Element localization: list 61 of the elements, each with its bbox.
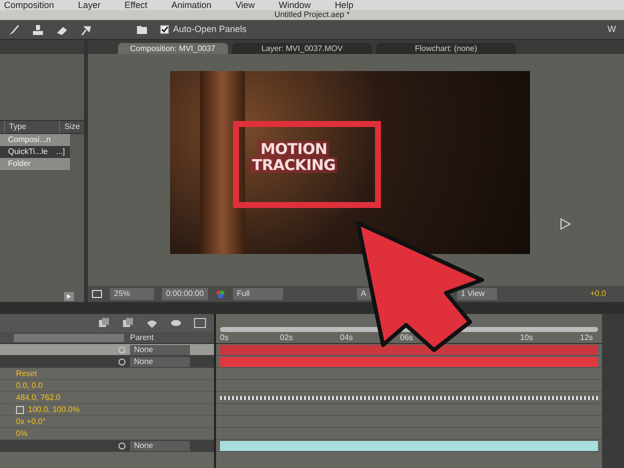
time-label: 04s — [340, 332, 353, 344]
parent-header: Parent — [130, 332, 154, 344]
folder-icon[interactable] — [136, 24, 148, 35]
layer-row[interactable]: None — [0, 440, 214, 452]
column-header[interactable]: Type — [4, 121, 60, 133]
project-row[interactable]: Folder — [0, 158, 70, 170]
graph-icon[interactable] — [194, 318, 206, 328]
column-header[interactable]: Size — [60, 121, 84, 133]
brush-icon[interactable] — [8, 24, 20, 36]
layer-bar[interactable] — [220, 440, 598, 450]
layer-row[interactable]: None — [0, 344, 214, 356]
window-title: Untitled Project.aep * — [0, 10, 624, 20]
color-wheel-icon[interactable] — [216, 290, 225, 298]
viewer-tab[interactable]: Flowchart: (none) — [376, 43, 516, 54]
property-value[interactable]: 0x +0.0° — [16, 416, 46, 428]
auto-open-checkbox[interactable] — [160, 25, 169, 34]
time-label: 02s — [280, 332, 293, 344]
workspace-label[interactable]: W — [608, 22, 616, 36]
menu-item[interactable]: Layer — [78, 0, 101, 10]
menu-item[interactable]: Window — [278, 0, 311, 10]
menu-item[interactable]: Animation — [171, 0, 212, 10]
auto-open-label: Auto-Open Panels — [173, 22, 247, 36]
pill-icon[interactable] — [170, 318, 182, 328]
stamp-icon[interactable] — [32, 24, 44, 36]
title-text: MOTION — [258, 141, 330, 157]
shield-icon[interactable] — [146, 318, 158, 328]
property-value[interactable]: 100.0, 100.0% — [28, 404, 80, 416]
play-icon[interactable] — [64, 292, 74, 301]
property-value[interactable]: 0% — [16, 428, 28, 440]
parent-dropdown[interactable]: None — [130, 344, 190, 354]
property-value[interactable]: 484.0, 762.0 — [16, 392, 60, 404]
layer-icon[interactable] — [122, 318, 134, 328]
layer-icon[interactable] — [98, 318, 110, 328]
layer-bar[interactable] — [220, 344, 598, 354]
exposure-value[interactable]: +0.0 — [590, 288, 606, 300]
monitor-icon[interactable] — [92, 290, 102, 298]
time-label: 06s — [400, 332, 413, 344]
time-label: 12s — [580, 332, 593, 344]
viewer-tab[interactable]: Layer: MVI_0037.MOV — [232, 43, 372, 54]
menu-item[interactable]: Effect — [124, 0, 148, 10]
menu-item[interactable]: View — [235, 0, 255, 10]
zoom-dropdown[interactable]: 25% — [110, 288, 154, 300]
link-icon[interactable] — [16, 406, 24, 414]
project-row[interactable]: Composi...n — [0, 134, 70, 146]
pin-icon[interactable] — [80, 24, 92, 36]
time-label: 0s — [220, 332, 228, 344]
parent-dropdown[interactable]: None — [130, 440, 190, 450]
property-value[interactable]: 0.0, 0.0 — [16, 380, 43, 392]
time-label: 10s — [520, 332, 533, 344]
menu-item[interactable]: Help — [334, 0, 354, 10]
layer-row[interactable]: None — [0, 356, 214, 368]
camera-dropdown[interactable]: A — [356, 288, 371, 300]
timecode-field[interactable]: 0:00:00:00 — [162, 288, 208, 300]
parent-dropdown[interactable]: None — [130, 356, 190, 366]
title-text: TRACKING — [250, 157, 338, 173]
menu-item[interactable]: Composition — [4, 0, 54, 10]
views-dropdown[interactable]: 1 View — [456, 288, 497, 300]
property-value[interactable]: Reset — [16, 368, 37, 380]
resolution-dropdown[interactable]: Full — [232, 288, 283, 300]
viewer-tab[interactable]: Composition: MVI_0037 — [118, 43, 228, 54]
project-row[interactable]: QuickTi...le ...] — [0, 146, 70, 158]
